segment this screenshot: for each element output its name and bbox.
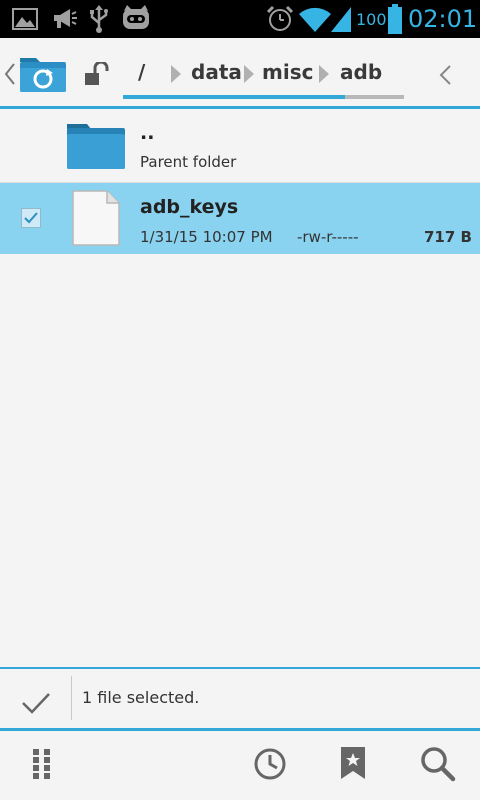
- forward-chevron-icon[interactable]: [438, 64, 452, 86]
- list-item-adb-keys[interactable]: adb_keys 1/31/15 10:07 PM -rw-r----- 717…: [0, 183, 480, 254]
- cyanogen-icon: [123, 5, 149, 29]
- back-chevron-icon[interactable]: [4, 62, 16, 86]
- breadcrumb-separator-icon: [244, 65, 254, 83]
- item-date: 1/31/15 10:07 PM: [140, 228, 273, 246]
- breadcrumb-adb[interactable]: adb: [340, 60, 382, 84]
- selection-bar: [0, 669, 480, 728]
- search-icon[interactable]: [420, 746, 456, 782]
- battery-level: 100: [356, 10, 387, 29]
- breadcrumb-root[interactable]: /: [138, 60, 145, 84]
- selection-divider: [71, 676, 72, 720]
- app-folder-icon[interactable]: [18, 56, 68, 94]
- breadcrumb-separator-icon: [319, 65, 329, 83]
- battery-icon: [388, 4, 402, 34]
- breadcrumb-scroll-thumb[interactable]: [123, 95, 345, 99]
- file-icon: [72, 190, 120, 246]
- folder-icon: [67, 124, 125, 169]
- clock: 02:01: [408, 5, 478, 33]
- usb-icon: [90, 5, 108, 33]
- apps-grid-icon[interactable]: [32, 748, 52, 780]
- item-name: adb_keys: [140, 196, 239, 218]
- selection-checkbox[interactable]: [21, 208, 41, 228]
- selection-status: 1 file selected.: [82, 688, 200, 707]
- gallery-icon: [12, 8, 38, 30]
- item-permissions: -rw-r-----: [297, 228, 359, 246]
- breadcrumb-data[interactable]: data: [191, 60, 242, 84]
- checkmark-icon: [24, 212, 38, 224]
- alarm-icon: [266, 5, 294, 31]
- done-check-icon[interactable]: [21, 692, 51, 714]
- bottom-toolbar: [0, 731, 480, 800]
- history-icon[interactable]: [253, 747, 287, 781]
- wifi-icon: [299, 7, 331, 33]
- list-item-parent-folder[interactable]: .. Parent folder: [0, 109, 480, 183]
- bookmark-icon[interactable]: [340, 746, 366, 780]
- item-name: ..: [140, 122, 155, 144]
- item-subtitle: Parent folder: [140, 153, 237, 171]
- megaphone-icon: [54, 9, 77, 28]
- breadcrumb-misc[interactable]: misc: [262, 60, 313, 84]
- unlock-icon[interactable]: [84, 62, 110, 86]
- signal-icon: [331, 7, 351, 32]
- breadcrumb-separator-icon: [171, 65, 181, 83]
- item-size: 717 B: [424, 228, 472, 246]
- status-bar: 100 02:01: [0, 0, 480, 38]
